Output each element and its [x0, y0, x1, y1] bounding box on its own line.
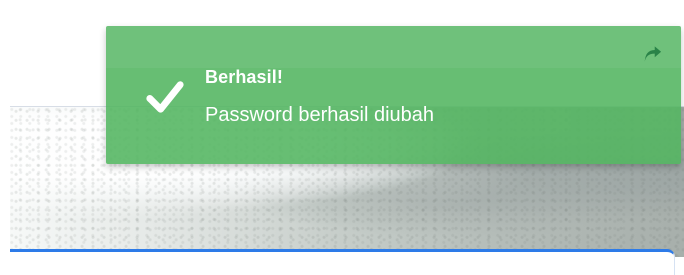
- toast-message: Password berhasil diubah: [205, 104, 435, 126]
- page: Berhasil! Password berhasil diubah: [0, 0, 684, 275]
- check-icon: [135, 67, 193, 125]
- share-arrow-icon[interactable]: [640, 42, 664, 66]
- toast-title: Berhasil!: [205, 67, 283, 87]
- success-toast: Berhasil! Password berhasil diubah: [106, 26, 681, 164]
- content-panel-top: [10, 249, 675, 275]
